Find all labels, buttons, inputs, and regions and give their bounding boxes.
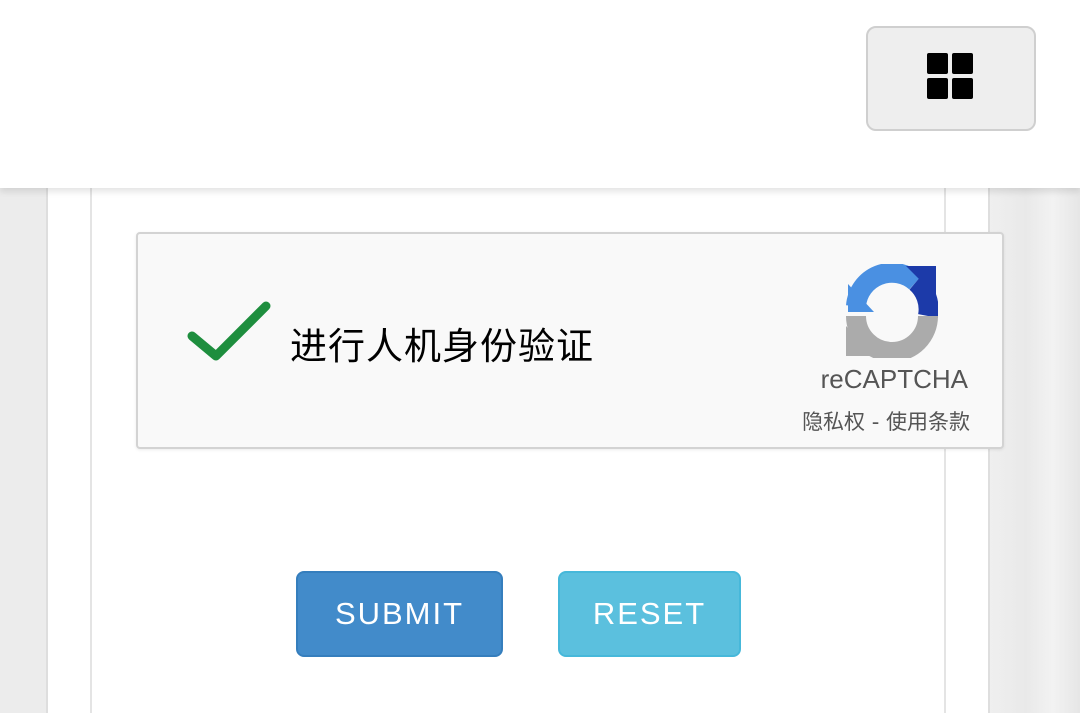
links-separator: -: [865, 410, 886, 434]
privacy-link[interactable]: 隐私权: [802, 410, 865, 434]
grid-icon: [927, 53, 975, 101]
recaptcha-links: 隐私权 - 使用条款: [802, 406, 970, 436]
page-background-left: [0, 188, 46, 713]
reset-button[interactable]: RESET: [558, 571, 741, 657]
menu-button[interactable]: [866, 26, 1036, 131]
checkmark-icon[interactable]: [186, 298, 272, 368]
recaptcha-logo-icon: [846, 264, 938, 358]
submit-button[interactable]: SUBMIT: [296, 571, 503, 657]
recaptcha-widget: 进行人机身份验证 reCAPTCHA 隐私权 - 使用条款: [136, 232, 1004, 449]
terms-link[interactable]: 使用条款: [886, 410, 970, 434]
recaptcha-brand: reCAPTCHA: [820, 364, 968, 394]
recaptcha-label: 进行人机身份验证: [290, 325, 594, 368]
top-header: [0, 0, 1080, 188]
